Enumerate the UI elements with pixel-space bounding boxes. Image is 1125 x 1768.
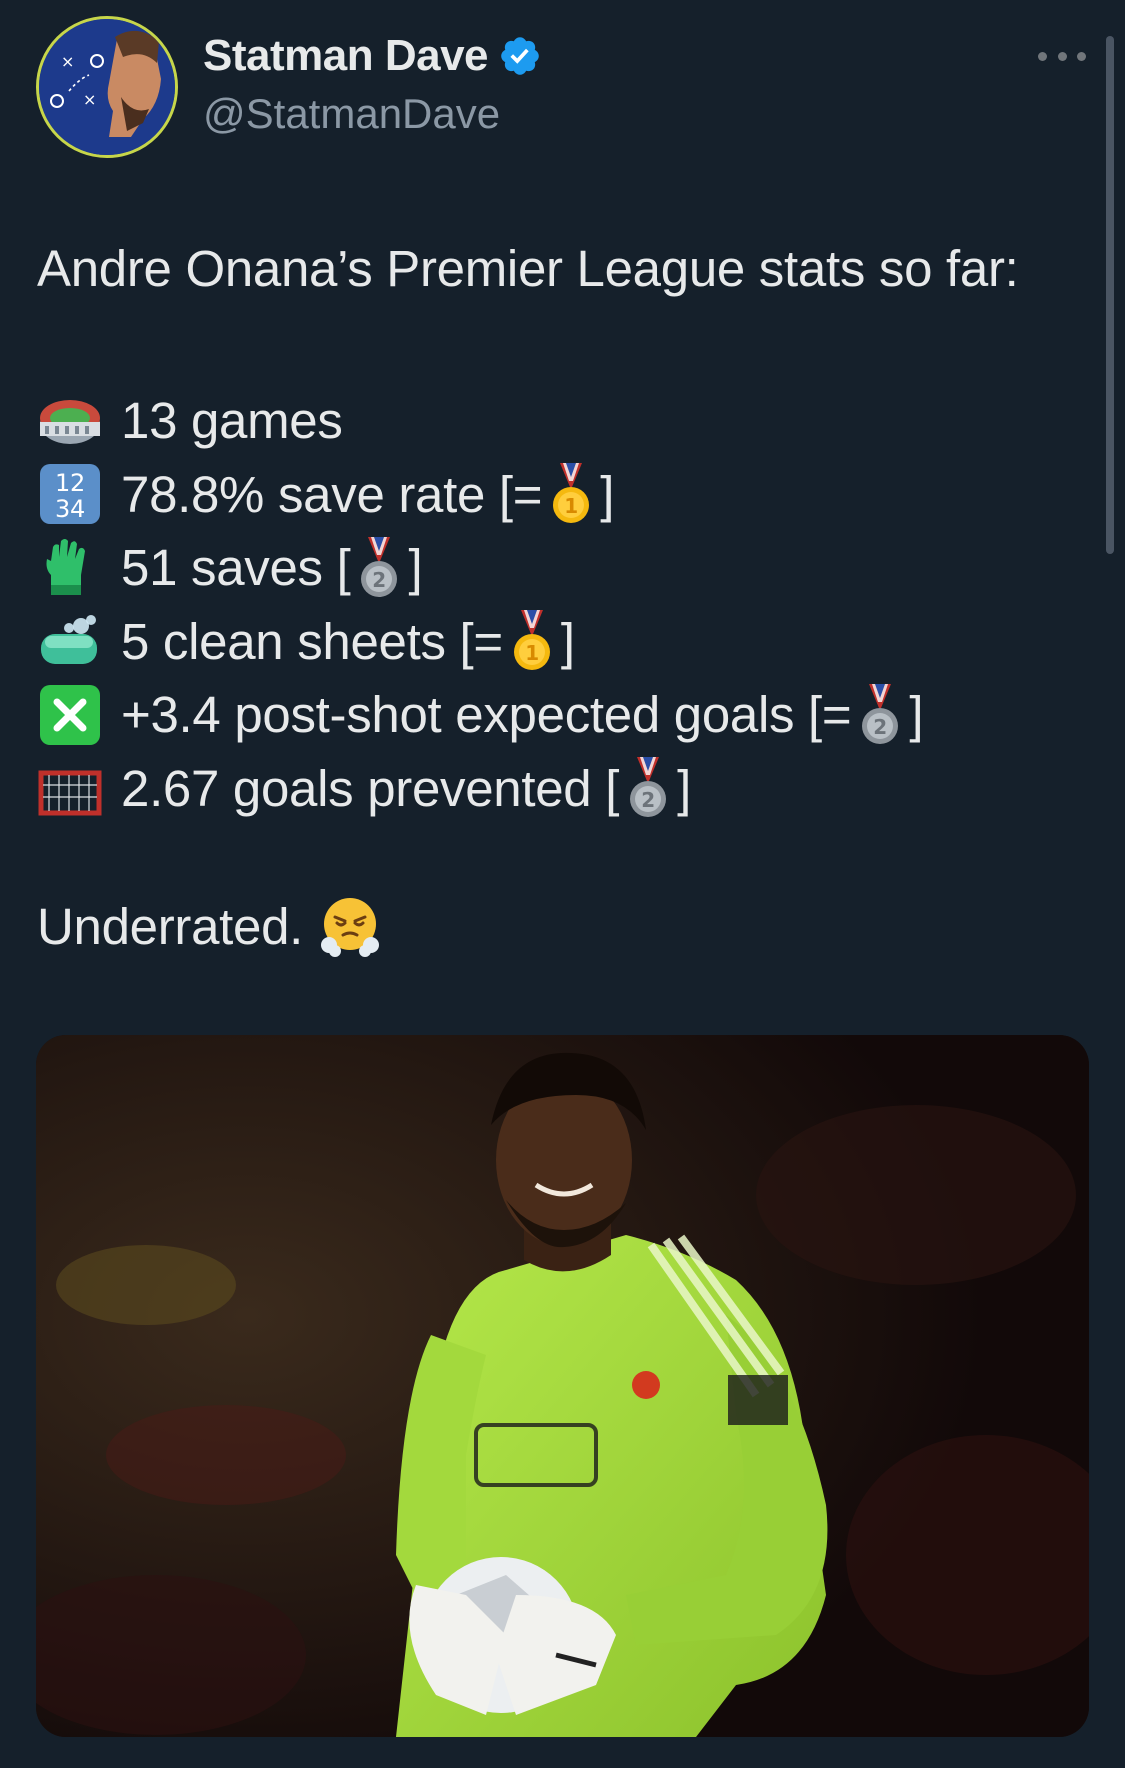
face-with-steam-icon	[321, 898, 380, 957]
stat-line-psxg: +3.4 post-shot expected goals [= 2 ]	[37, 678, 924, 752]
verified-badge-icon	[501, 37, 539, 75]
dot	[1038, 51, 1047, 61]
stat-line-save-rate: 12 34 78.8% save rate [= 1 ]	[37, 458, 923, 532]
stat-text: 2.67 goals prevented [	[121, 759, 620, 817]
stat-text: +3.4 post-shot expected goals [=	[121, 686, 852, 744]
svg-text:12: 12	[55, 469, 85, 497]
more-options-icon[interactable]	[1038, 38, 1086, 74]
cross-mark-button-icon	[40, 684, 100, 745]
stat-text: 51 saves [	[121, 539, 351, 597]
stat-suffix: ]	[600, 465, 615, 523]
svg-text:2: 2	[641, 788, 655, 812]
svg-text:×: ×	[83, 90, 96, 109]
goal-net-icon	[38, 770, 102, 816]
svg-text:1: 1	[564, 494, 578, 518]
input-numbers-icon: 12 34	[40, 464, 100, 525]
author-display-name[interactable]: Statman Dave	[203, 31, 489, 81]
tweet-intro-text: Andre Onana’s Premier League stats so fa…	[37, 240, 1019, 297]
svg-text:34: 34	[55, 495, 85, 523]
closing-text: Underrated.	[37, 897, 304, 955]
soap-icon	[41, 615, 97, 665]
gold-medal-icon: 1	[513, 610, 550, 671]
stat-line-goals-prevented: 2.67 goals prevented [ 2 ]	[37, 752, 923, 826]
silver-medal-icon: 2	[361, 536, 398, 597]
dot	[1057, 51, 1067, 61]
svg-text:2: 2	[874, 715, 888, 739]
stats-list: 13 games 12 34 78.8% save rate [= 1 ] 51…	[37, 384, 924, 826]
stat-suffix: ]	[909, 686, 924, 744]
stat-suffix: ]	[408, 539, 423, 597]
stat-line-saves: 51 saves [ 2 ]	[37, 531, 923, 605]
author-handle[interactable]: @StatmanDave	[203, 90, 500, 138]
author-name-row[interactable]: Statman Dave	[203, 28, 542, 84]
silver-medal-icon: 2	[630, 757, 667, 818]
stat-text: 78.8% save rate [=	[121, 465, 543, 523]
stat-line-clean-sheets: 5 clean sheets [= 1 ]	[37, 605, 923, 679]
tactics-board-avatar-icon: × ×	[39, 19, 175, 155]
silver-medal-icon: 2	[862, 683, 899, 744]
stat-suffix: ]	[677, 759, 691, 817]
stat-text: 5 clean sheets [=	[121, 612, 503, 670]
tweet-media-image[interactable]	[36, 1035, 1089, 1737]
tweet-detail-view: × × Statman Dave @StatmanDave Andre Onan…	[0, 0, 1125, 1768]
stadium-icon	[40, 399, 100, 444]
goalkeeper-photo-icon	[36, 1035, 1089, 1737]
gold-medal-icon: 1	[553, 463, 590, 524]
scrollbar[interactable]	[1106, 36, 1114, 554]
dot	[1077, 51, 1086, 61]
svg-text:2: 2	[373, 568, 387, 592]
stat-text: 13 games	[121, 392, 343, 450]
stat-suffix: ]	[560, 612, 575, 670]
gloves-icon	[46, 538, 85, 595]
author-avatar[interactable]: × ×	[36, 16, 178, 158]
svg-text:1: 1	[525, 641, 539, 665]
stat-line-games: 13 games	[37, 384, 923, 458]
tweet-closing-line: Underrated.	[37, 895, 381, 957]
svg-text:×: ×	[61, 52, 74, 71]
